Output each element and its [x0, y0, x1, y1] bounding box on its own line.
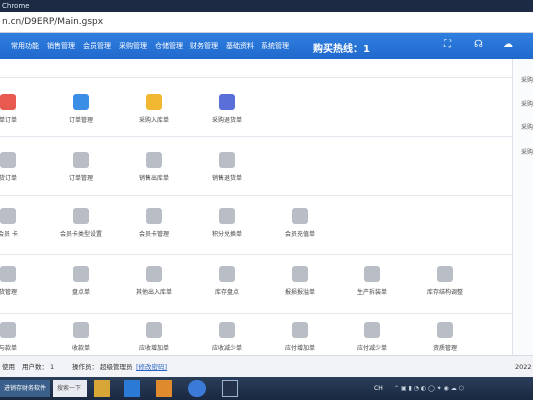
- document-icon: [146, 152, 162, 168]
- gear-icon: [364, 266, 380, 282]
- address-bar[interactable]: n.cn/D9ERP/Main.gspx: [0, 12, 533, 33]
- hand-icon: [364, 322, 380, 338]
- card-icon: [146, 208, 162, 224]
- change-password-link[interactable]: [修改密码]: [136, 356, 167, 378]
- card-icon: [292, 208, 308, 224]
- nav-sales[interactable]: 销售管理: [47, 41, 75, 51]
- input-language[interactable]: CH: [370, 380, 383, 397]
- main-navbar: 常用功能 销售管理 会员管理 采购管理 仓储管理 财务管理 基础资料 系统管理 …: [0, 33, 533, 59]
- nav-system[interactable]: 系统管理: [261, 41, 289, 51]
- module-order-management[interactable]: 订单管理: [46, 94, 116, 124]
- document-icon: [146, 322, 162, 338]
- module-production-assembly[interactable]: 生产拆装单: [337, 266, 407, 296]
- right-panel-item[interactable]: 采购: [521, 75, 533, 84]
- module-payable-increase[interactable]: 应付增加单: [265, 322, 335, 352]
- module-sales-return[interactable]: 销售退货单: [192, 152, 262, 182]
- document-icon: [73, 266, 89, 282]
- row-divider: [0, 195, 512, 196]
- hand-icon: [292, 322, 308, 338]
- document-icon: [0, 322, 16, 338]
- module-other-inout[interactable]: 其他出入库单: [119, 266, 189, 296]
- module-stocktake-sheet[interactable]: 盘点单: [46, 266, 116, 296]
- house-icon: [219, 94, 235, 110]
- box-icon: [437, 266, 453, 282]
- module-receivable-decrease[interactable]: 应收减少单: [192, 322, 262, 352]
- folder-icon[interactable]: [94, 380, 110, 397]
- module-purchase-return[interactable]: 采购退货单: [192, 94, 262, 124]
- right-panel-item[interactable]: 采购: [521, 147, 533, 156]
- fullscreen-icon[interactable]: ⛶: [444, 39, 451, 50]
- module-goods-management[interactable]: 货管理: [0, 266, 43, 296]
- operator-label: 操作员：: [72, 363, 98, 371]
- card-icon: [73, 208, 89, 224]
- document-icon: [73, 322, 89, 338]
- module-sales-outbound[interactable]: 销售出库单: [119, 152, 189, 182]
- headset-icon[interactable]: ☊: [474, 39, 483, 50]
- module-points-exchange[interactable]: 积分兑换单: [192, 208, 262, 238]
- nav-purchase[interactable]: 采购管理: [119, 41, 147, 51]
- row-divider: [0, 313, 512, 314]
- status-left: 使用: [2, 363, 15, 371]
- window-titlebar: Chrome: [0, 0, 533, 12]
- operator-value: 超级管理员: [100, 363, 133, 371]
- row-divider: [0, 77, 512, 78]
- hotline-text: 购买热线：1: [313, 44, 370, 55]
- taskbar-search[interactable]: 搜索一下: [53, 380, 87, 397]
- module-card-type-settings[interactable]: 会员卡类型设置: [46, 208, 116, 238]
- window-title: Chrome: [2, 2, 30, 10]
- module-purchase-receipt[interactable]: 采购入库单: [119, 94, 189, 124]
- basket-icon: [0, 94, 16, 110]
- module-payable-decrease[interactable]: 应付减少单: [337, 322, 407, 352]
- nav-members[interactable]: 会员管理: [83, 41, 111, 51]
- document-icon: [292, 266, 308, 282]
- module-new-order[interactable]: 单订单: [0, 94, 43, 124]
- address-url[interactable]: n.cn/D9ERP/Main.gspx: [2, 17, 103, 27]
- module-receipt[interactable]: 收款单: [46, 322, 116, 352]
- screen-recorder-icon[interactable]: [222, 380, 238, 397]
- document-icon: [0, 152, 16, 168]
- status-year: 2022: [515, 363, 532, 371]
- nav-finance[interactable]: 财务管理: [190, 41, 218, 51]
- right-panel-item[interactable]: 采购: [521, 99, 533, 108]
- nav-warehouse[interactable]: 仓储管理: [155, 41, 183, 51]
- certificate-icon: [437, 322, 453, 338]
- module-qualification[interactable]: 资质管理: [410, 322, 480, 352]
- ticket-icon: [219, 208, 235, 224]
- module-loss-overflow[interactable]: 报损报溢单: [265, 266, 335, 296]
- module-card-management[interactable]: 会员卡管理: [119, 208, 189, 238]
- users-label: 用户数：: [22, 363, 48, 371]
- nav-basic-data[interactable]: 基础资料: [226, 41, 254, 51]
- clipboard-icon: [73, 152, 89, 168]
- house-icon: [146, 94, 162, 110]
- module-member-recharge[interactable]: 会员充值单: [265, 208, 335, 238]
- nav-common[interactable]: 常用功能: [11, 41, 39, 51]
- row-divider: [0, 254, 512, 255]
- document-icon: [219, 152, 235, 168]
- module-inventory-adjust[interactable]: 库存结构调整: [410, 266, 480, 296]
- system-tray[interactable]: ⌃ ▣ ▮ ◔ ◐ ◯ ✦ ◉ ☁ ⬡: [390, 380, 510, 397]
- module-receivable-increase[interactable]: 应收增加单: [119, 322, 189, 352]
- module-payment[interactable]: 与款单: [0, 322, 43, 352]
- document-icon: [219, 322, 235, 338]
- document-icon: [146, 266, 162, 282]
- cloud-icon[interactable]: ☁: [503, 39, 513, 50]
- right-side-panel: 采购 采购 采购 采购: [512, 59, 533, 355]
- users-value: 1: [50, 363, 55, 371]
- chrome-icon[interactable]: [188, 380, 206, 397]
- store-icon[interactable]: [124, 380, 140, 397]
- module-order-management-2[interactable]: 订单管理: [46, 152, 116, 182]
- box-icon: [0, 266, 16, 282]
- module-goods-order[interactable]: 货订单: [0, 152, 43, 182]
- taskbar-app-button[interactable]: 进销存财务软件: [0, 380, 50, 397]
- clipboard-icon: [73, 94, 89, 110]
- windows-taskbar: 进销存财务软件 搜索一下 CH ⌃ ▣ ▮ ◔ ◐ ◯ ✦ ◉ ☁ ⬡: [0, 377, 533, 400]
- status-bar: 使用 用户数： 1 操作员： 超级管理员 [修改密码] 2022: [0, 355, 533, 377]
- module-inventory-count[interactable]: 库存盘点: [192, 266, 262, 296]
- module-member-card[interactable]: 会员 卡: [0, 208, 43, 238]
- house-icon: [219, 266, 235, 282]
- media-icon[interactable]: [156, 380, 172, 397]
- card-icon: [0, 208, 16, 224]
- right-panel-item[interactable]: 采购: [521, 122, 533, 131]
- row-divider: [0, 136, 512, 137]
